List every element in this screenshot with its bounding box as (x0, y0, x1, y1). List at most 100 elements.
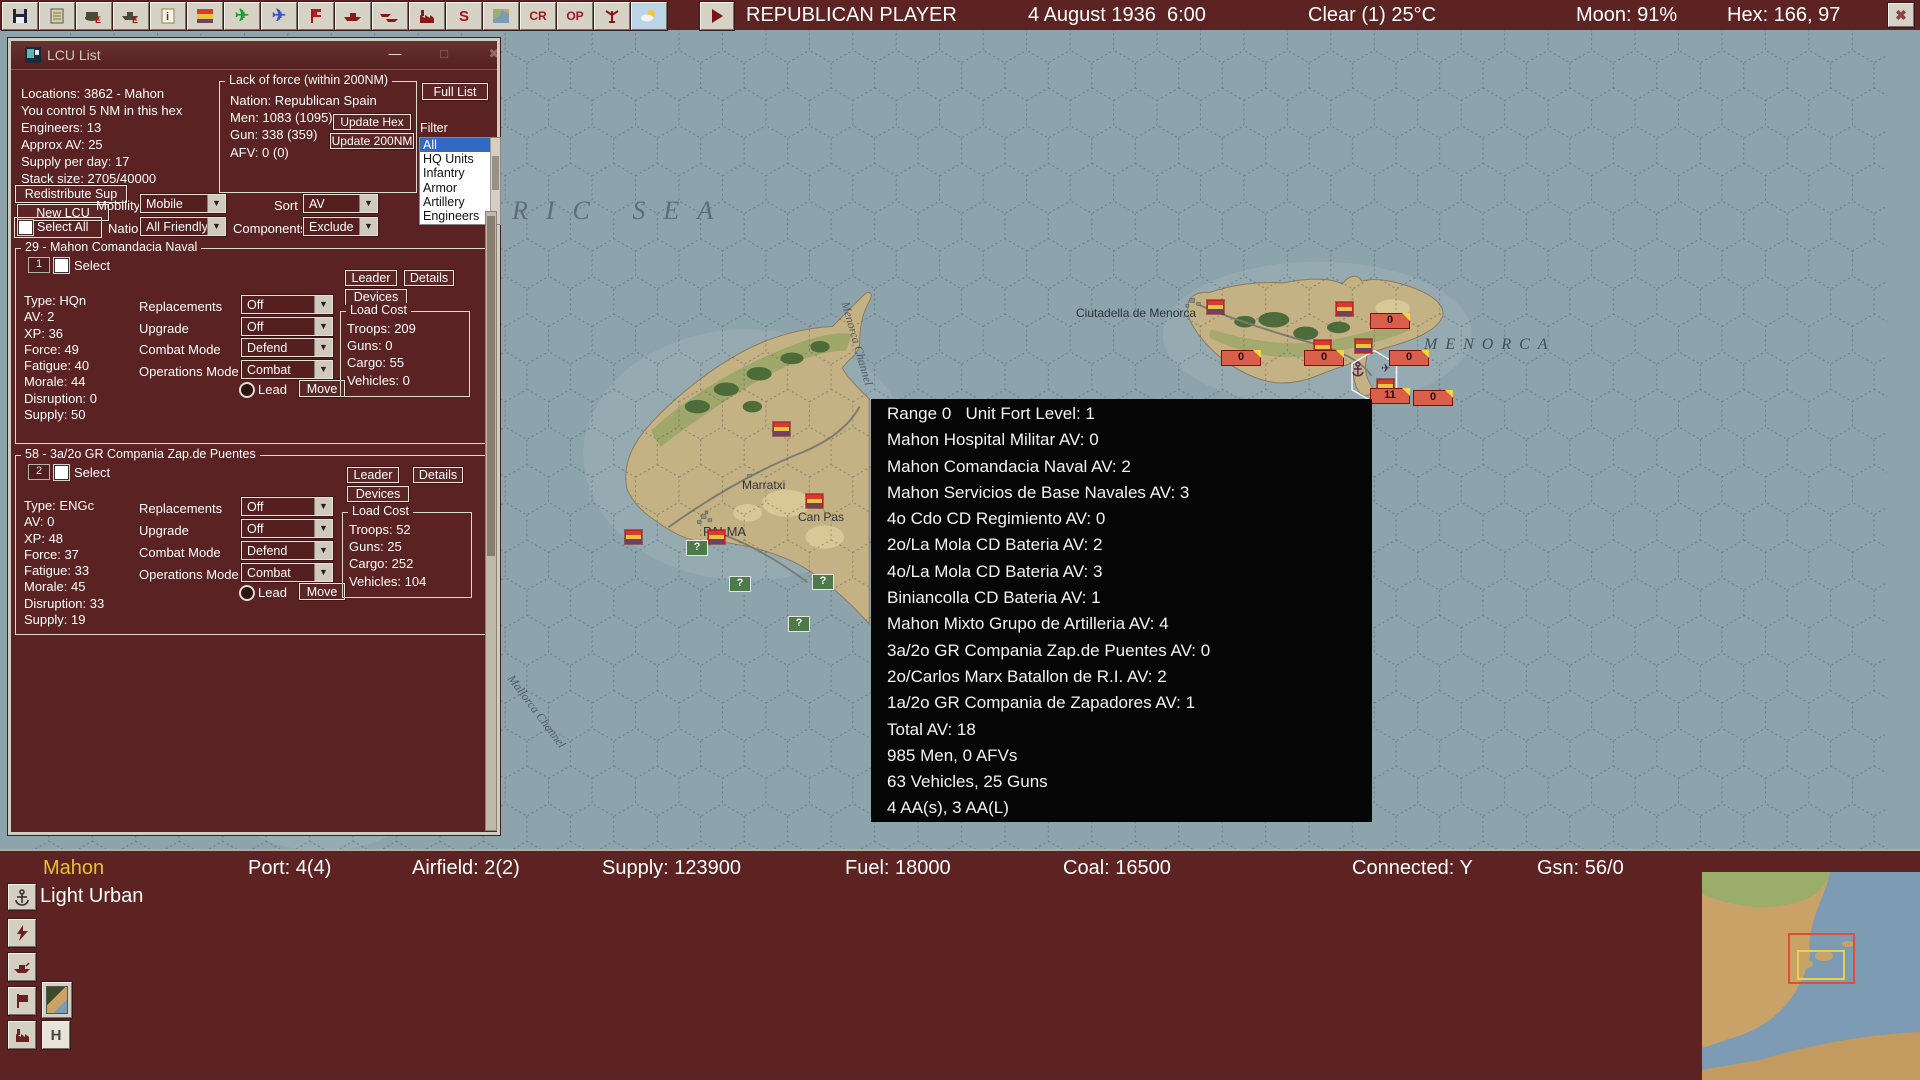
air-display-blue-button[interactable]: ✈ (261, 2, 297, 30)
details-button[interactable]: Details (413, 467, 463, 483)
leader-button[interactable]: Leader (345, 270, 397, 286)
naval-editor-button[interactable]: E (113, 2, 149, 30)
select-all-box[interactable]: Select All (14, 217, 102, 238)
av-counter-selected[interactable]: 11 (1370, 388, 1410, 404)
full-list-button[interactable]: Full List (422, 83, 488, 100)
operations-button[interactable]: OP (557, 2, 593, 30)
unit-flag[interactable] (1336, 302, 1353, 316)
unit-select-checkbox[interactable] (54, 258, 69, 273)
chevron-down-icon[interactable]: ▼ (314, 520, 332, 537)
group-title: Lack of force (within 200NM) (225, 73, 392, 87)
chevron-down-icon[interactable]: ▼ (359, 195, 377, 212)
lead-radio[interactable] (239, 585, 255, 601)
group-title: Load Cost (346, 303, 411, 317)
ship-display-button[interactable] (335, 2, 371, 30)
components-dropdown[interactable]: Exclude▼ (303, 217, 378, 236)
supply-button[interactable]: S (446, 2, 482, 30)
map-button[interactable] (483, 2, 519, 30)
weather-button[interactable] (631, 2, 667, 30)
combat-report-button[interactable]: CR (520, 2, 556, 30)
unit-flag[interactable] (1207, 300, 1224, 314)
chevron-down-icon[interactable]: ▼ (314, 564, 332, 581)
pennant-button[interactable] (298, 2, 334, 30)
save-button[interactable] (2, 2, 38, 30)
end-turn-button[interactable] (700, 2, 734, 30)
port-stat: Port: 4(4) (248, 857, 331, 880)
chevron-down-icon[interactable]: ▼ (207, 218, 225, 235)
chevron-down-icon[interactable]: ▼ (314, 542, 332, 559)
industry-icon[interactable] (8, 1021, 36, 1049)
signal-button[interactable] (594, 2, 630, 30)
window-close-icon[interactable]: ✖ (484, 46, 504, 63)
filter-option-all[interactable]: All (420, 138, 500, 152)
mobility-dropdown[interactable]: Mobile▼ (140, 194, 226, 213)
upgrade-dropdown[interactable]: Off▼ (241, 317, 333, 336)
update-hex-button[interactable]: Update Hex (333, 114, 411, 130)
minimize-icon[interactable]: — (385, 46, 405, 63)
move-button[interactable]: Move (299, 380, 345, 397)
chevron-down-icon[interactable]: ▼ (314, 318, 332, 335)
chevron-down-icon[interactable]: ▼ (207, 195, 225, 212)
av-counter[interactable]: 0 (1413, 390, 1453, 406)
operations-mode-dropdown[interactable]: Combat▼ (241, 360, 333, 379)
chevron-down-icon[interactable]: ▼ (314, 498, 332, 515)
minimap[interactable] (1702, 872, 1920, 1080)
unknown-unit-marker[interactable]: ? (812, 574, 834, 590)
unknown-unit-marker[interactable]: ? (788, 616, 810, 632)
upgrade-dropdown[interactable]: Off▼ (241, 519, 333, 538)
operations-mode-dropdown[interactable]: Combat▼ (241, 563, 333, 582)
orders-button[interactable] (39, 2, 75, 30)
republic-flag-button[interactable] (187, 2, 223, 30)
filter-option-hq[interactable]: HQ Units (420, 152, 500, 166)
unit-flag[interactable] (806, 494, 823, 508)
leader-button[interactable]: Leader (347, 467, 399, 483)
flag-icon[interactable] (8, 987, 36, 1015)
window-scrollbar[interactable] (485, 211, 497, 831)
maximize-icon[interactable]: □ (434, 46, 454, 63)
unknown-unit-marker[interactable]: ? (729, 576, 751, 592)
unit-select-checkbox[interactable] (54, 465, 69, 480)
av-counter[interactable]: 0 (1304, 350, 1344, 366)
lead-radio[interactable] (239, 382, 255, 398)
replacements-dropdown[interactable]: Off▼ (241, 497, 333, 516)
chevron-down-icon[interactable]: ▼ (314, 296, 332, 313)
unit-flag[interactable] (773, 422, 790, 436)
close-icon[interactable]: ✖ (1888, 3, 1914, 27)
av-counter[interactable]: 0 (1221, 350, 1261, 366)
filter-option-armor[interactable]: Armor (420, 181, 500, 195)
combat-mode-dropdown[interactable]: Defend▼ (241, 338, 333, 357)
update-200nm-button[interactable]: Update 200NM (330, 133, 414, 149)
select-all-checkbox[interactable] (18, 220, 33, 235)
hq-mode-button[interactable]: H (42, 1021, 70, 1049)
unit-flag[interactable] (625, 530, 642, 544)
sort-dropdown[interactable]: AV▼ (303, 194, 378, 213)
filter-option-artillery[interactable]: Artillery (420, 195, 500, 209)
task-force-button[interactable] (372, 2, 408, 30)
chevron-down-icon[interactable]: ▼ (359, 218, 377, 235)
minimap-toggle-icon[interactable] (42, 982, 72, 1018)
devices-button[interactable]: Devices (347, 486, 409, 502)
details-button[interactable]: Details (404, 270, 454, 286)
air-display-green-button[interactable]: ✈ (224, 2, 260, 30)
chevron-down-icon[interactable]: ▼ (314, 339, 332, 356)
unit-flag[interactable] (1355, 339, 1372, 353)
ship-icon[interactable] (8, 953, 36, 981)
nation-dropdown[interactable]: All Friendly▼ (140, 217, 226, 236)
weather-label: Clear (1) 25°C (1308, 4, 1436, 27)
repair-icon[interactable] (8, 919, 36, 947)
industry-button[interactable] (409, 2, 445, 30)
unit-flag[interactable] (708, 530, 725, 544)
window-titlebar[interactable]: LCU List — □ ✖ (11, 41, 497, 70)
chevron-down-icon[interactable]: ▼ (314, 361, 332, 378)
window-icon (25, 47, 41, 63)
move-button[interactable]: Move (299, 583, 345, 600)
anchor-icon[interactable] (8, 884, 36, 910)
replacements-dropdown[interactable]: Off▼ (241, 295, 333, 314)
combat-mode-dropdown[interactable]: Defend▼ (241, 541, 333, 560)
ground-editor-button[interactable]: E (76, 2, 112, 30)
av-counter[interactable]: 0 (1370, 313, 1410, 329)
unknown-unit-marker[interactable]: ? (686, 540, 708, 556)
av-counter[interactable]: 0 (1389, 350, 1429, 366)
info-button[interactable]: i (150, 2, 186, 30)
filter-option-infantry[interactable]: Infantry (420, 166, 500, 180)
